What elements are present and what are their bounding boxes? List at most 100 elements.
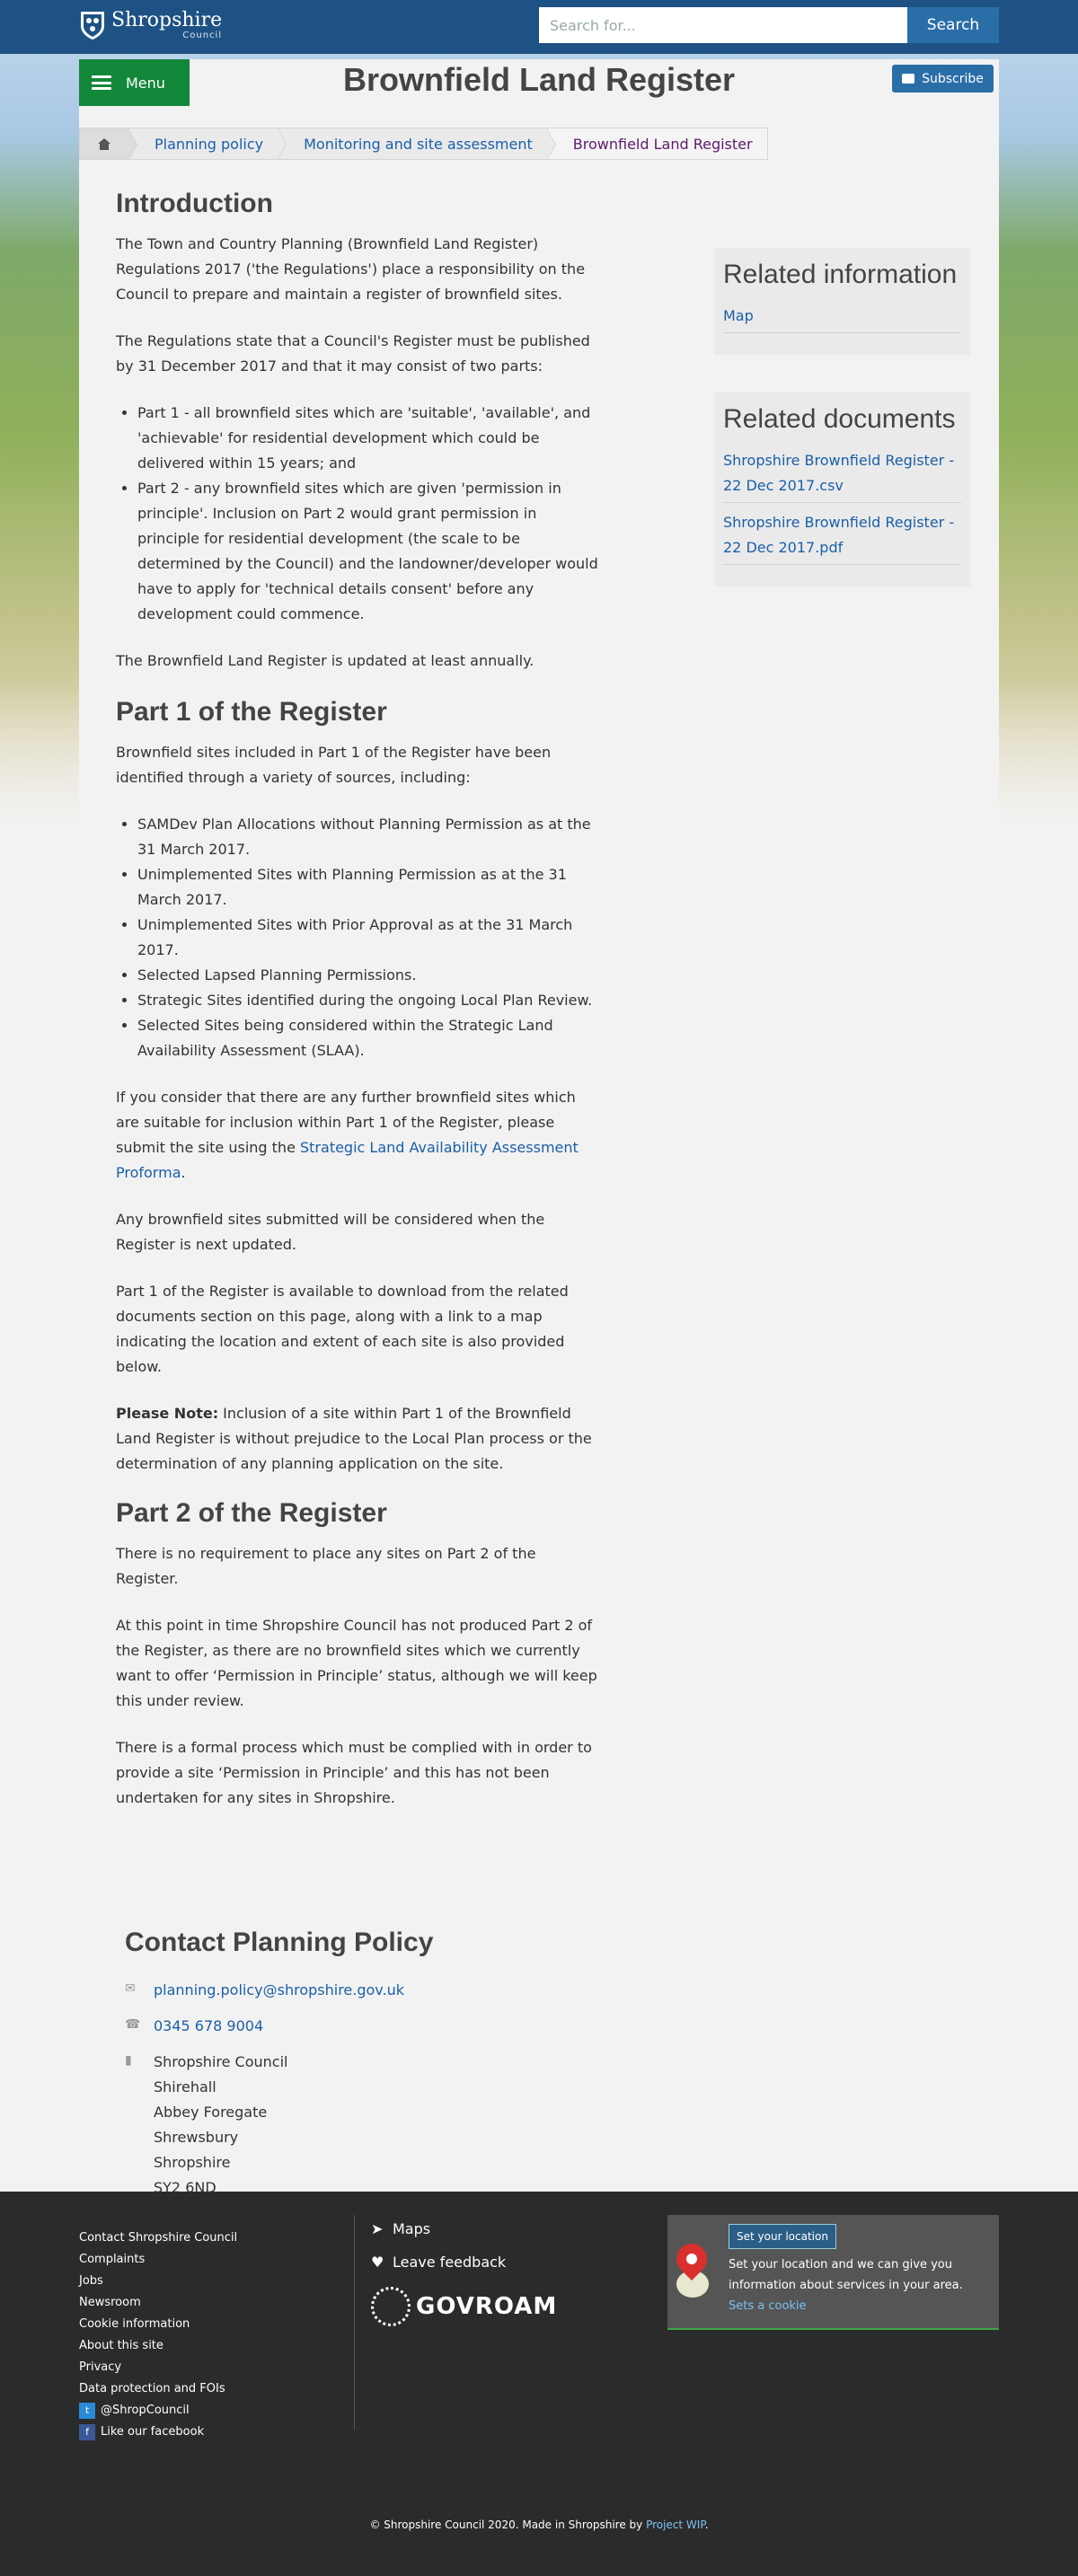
paragraph: Any brownfield sites submitted will be c… [116,1211,545,1253]
contact-heading: Contact Planning Policy [125,1928,434,1957]
shield-logo-icon [81,12,104,40]
related-documents-heading: Related documents [723,404,956,434]
breadcrumb-planning-policy[interactable]: Planning policy [128,128,287,161]
logo-sub-text: Council [182,30,223,40]
twitter-label: @ShropCouncil [101,2404,190,2417]
address: Shropshire Council Shirehall Abbey Foreg… [154,2050,287,2201]
logo-main-text: Shropshire [111,8,223,31]
location-box: Set your location Set your location and … [667,2215,999,2330]
search-bar: Search [539,7,999,43]
location-text: Set your location and we can give you in… [729,2254,989,2316]
parts-list: Part 1 - all brownfield sites which are … [137,401,601,627]
address-line: Shirehall [154,2078,216,2095]
home-icon [98,137,110,150]
location-description: Set your location and we can give you in… [729,2258,963,2292]
facebook-link[interactable]: f Like our facebook [79,2422,237,2443]
hero-background: Menu Brownfield Land Register Subscribe … [0,54,1078,2196]
menu-button[interactable]: Menu [79,59,190,106]
pdf-document-link[interactable]: Shropshire Brownfield Register - 22 Dec … [723,510,961,565]
copyright: © Shropshire Council 2020. Made in Shrop… [0,2519,1078,2531]
email-link[interactable]: planning.policy@shropshire.gov.uk [154,1978,404,2003]
breadcrumb-current: Brownfield Land Register [546,128,768,160]
address-line: Shrewsbury [154,2129,239,2146]
hamburger-icon [92,75,111,90]
breadcrumb-home[interactable] [79,128,137,161]
breadcrumb-monitoring[interactable]: Monitoring and site assessment [278,128,556,161]
footer-link[interactable]: Data protection and FOIs [79,2378,237,2400]
maps-link[interactable]: ➤ Maps [371,2220,557,2237]
address-line: Abbey Foregate [154,2104,268,2121]
paragraph: There is a formal process which must be … [116,1739,592,1806]
top-bar: Shropshire Council Search [0,0,1078,54]
paragraph: Brownfield sites included in Part 1 of t… [116,744,552,786]
paragraph: Part 1 of the Register is available to d… [116,1283,569,1375]
envelope-icon: ✉ [125,1981,136,1996]
paragraph: There is no requirement to place any sit… [116,1545,536,1587]
govroam-text: GOVROAM [416,2293,558,2320]
paragraph: If you consider that there are any furth… [116,1085,601,1186]
footer: Contact Shropshire Council Complaints Jo… [0,2192,1078,2576]
footer-link[interactable]: Cookie information [79,2314,237,2335]
map-pin-icon [669,2236,714,2298]
related-information-heading: Related information [723,260,958,289]
building-icon: ▮ [125,2053,132,2068]
contact-phone-row: ☎ 0345 678 9004 [125,2014,433,2039]
sidebar: Related information Map Related document… [714,248,970,624]
part1-heading: Part 1 of the Register [116,697,387,727]
breadcrumb-current-label: Brownfield Land Register [572,135,753,153]
contact-email-row: ✉ planning.policy@shropshire.gov.uk [125,1978,433,2003]
footer-link[interactable]: Privacy [79,2357,237,2378]
sets-cookie-link[interactable]: Sets a cookie [729,2299,807,2313]
project-wip-link[interactable]: Project WIP [646,2519,705,2531]
list-item: Unimplemented Sites with Prior Approval … [137,913,601,963]
breadcrumb: Planning policy Monitoring and site asse… [79,128,768,161]
set-location-button[interactable]: Set your location [729,2224,836,2249]
footer-link[interactable]: Newsroom [79,2292,237,2314]
list-item: Part 1 - all brownfield sites which are … [137,401,601,476]
footer-divider [354,2215,355,2430]
note-label: Please Note: [116,1405,219,1422]
footer-link[interactable]: Contact Shropshire Council [79,2228,237,2249]
phone-link[interactable]: 0345 678 9004 [154,2014,263,2039]
breadcrumb-link[interactable]: Monitoring and site assessment [304,136,533,153]
paper-plane-icon: ➤ [371,2220,384,2237]
related-documents-box: Related documents Shropshire Brownfield … [714,393,970,587]
address-line: Shropshire Council [154,2053,288,2070]
related-information-box: Related information Map [714,248,970,355]
paragraph: The Brownfield Land Register is updated … [116,652,535,669]
footer-link[interactable]: About this site [79,2335,237,2357]
please-note-paragraph: Please Note: Inclusion of a site within … [116,1401,601,1477]
menu-label: Menu [126,74,165,92]
copyright-end: . [704,2519,709,2531]
search-input[interactable] [539,7,907,43]
twitter-link[interactable]: t @ShropCouncil [79,2400,237,2422]
shropshire-logo[interactable]: Shropshire Council [79,10,222,40]
facebook-icon: f [79,2424,95,2440]
paragraph: The Town and Country Planning (Brownfiel… [116,235,586,303]
maps-label: Maps [393,2220,431,2237]
footer-actions: ➤ Maps ♥ Leave feedback GOVROAM [371,2220,557,2326]
footer-link[interactable]: Jobs [79,2271,237,2292]
list-item: Part 2 - any brownfield sites which are … [137,476,601,627]
breadcrumb-link[interactable]: Planning policy [155,136,263,153]
speech-bubble-icon [902,74,915,84]
text: . [181,1164,186,1181]
govroam-logo[interactable]: GOVROAM [371,2287,557,2326]
search-button[interactable]: Search [907,7,999,43]
csv-document-link[interactable]: Shropshire Brownfield Register - 22 Dec … [723,448,961,503]
sources-list: SAMDev Plan Allocations without Planning… [137,812,601,1063]
map-link[interactable]: Map [723,304,961,333]
footer-link[interactable]: Complaints [79,2249,237,2271]
address-line: SY2 6ND [154,2179,216,2196]
heart-icon: ♥ [371,2254,384,2271]
twitter-icon: t [79,2403,95,2419]
copyright-text: © Shropshire Council 2020. Made in Shrop… [369,2519,647,2531]
part2-heading: Part 2 of the Register [116,1498,387,1528]
facebook-label: Like our facebook [101,2425,205,2439]
govroam-dots-icon [371,2287,411,2326]
list-item: Selected Sites being considered within t… [137,1013,601,1063]
phone-icon: ☎ [125,2017,141,2032]
feedback-link[interactable]: ♥ Leave feedback [371,2254,557,2271]
subscribe-button[interactable]: Subscribe [892,65,994,93]
paragraph: At this point in time Shropshire Council… [116,1617,597,1709]
